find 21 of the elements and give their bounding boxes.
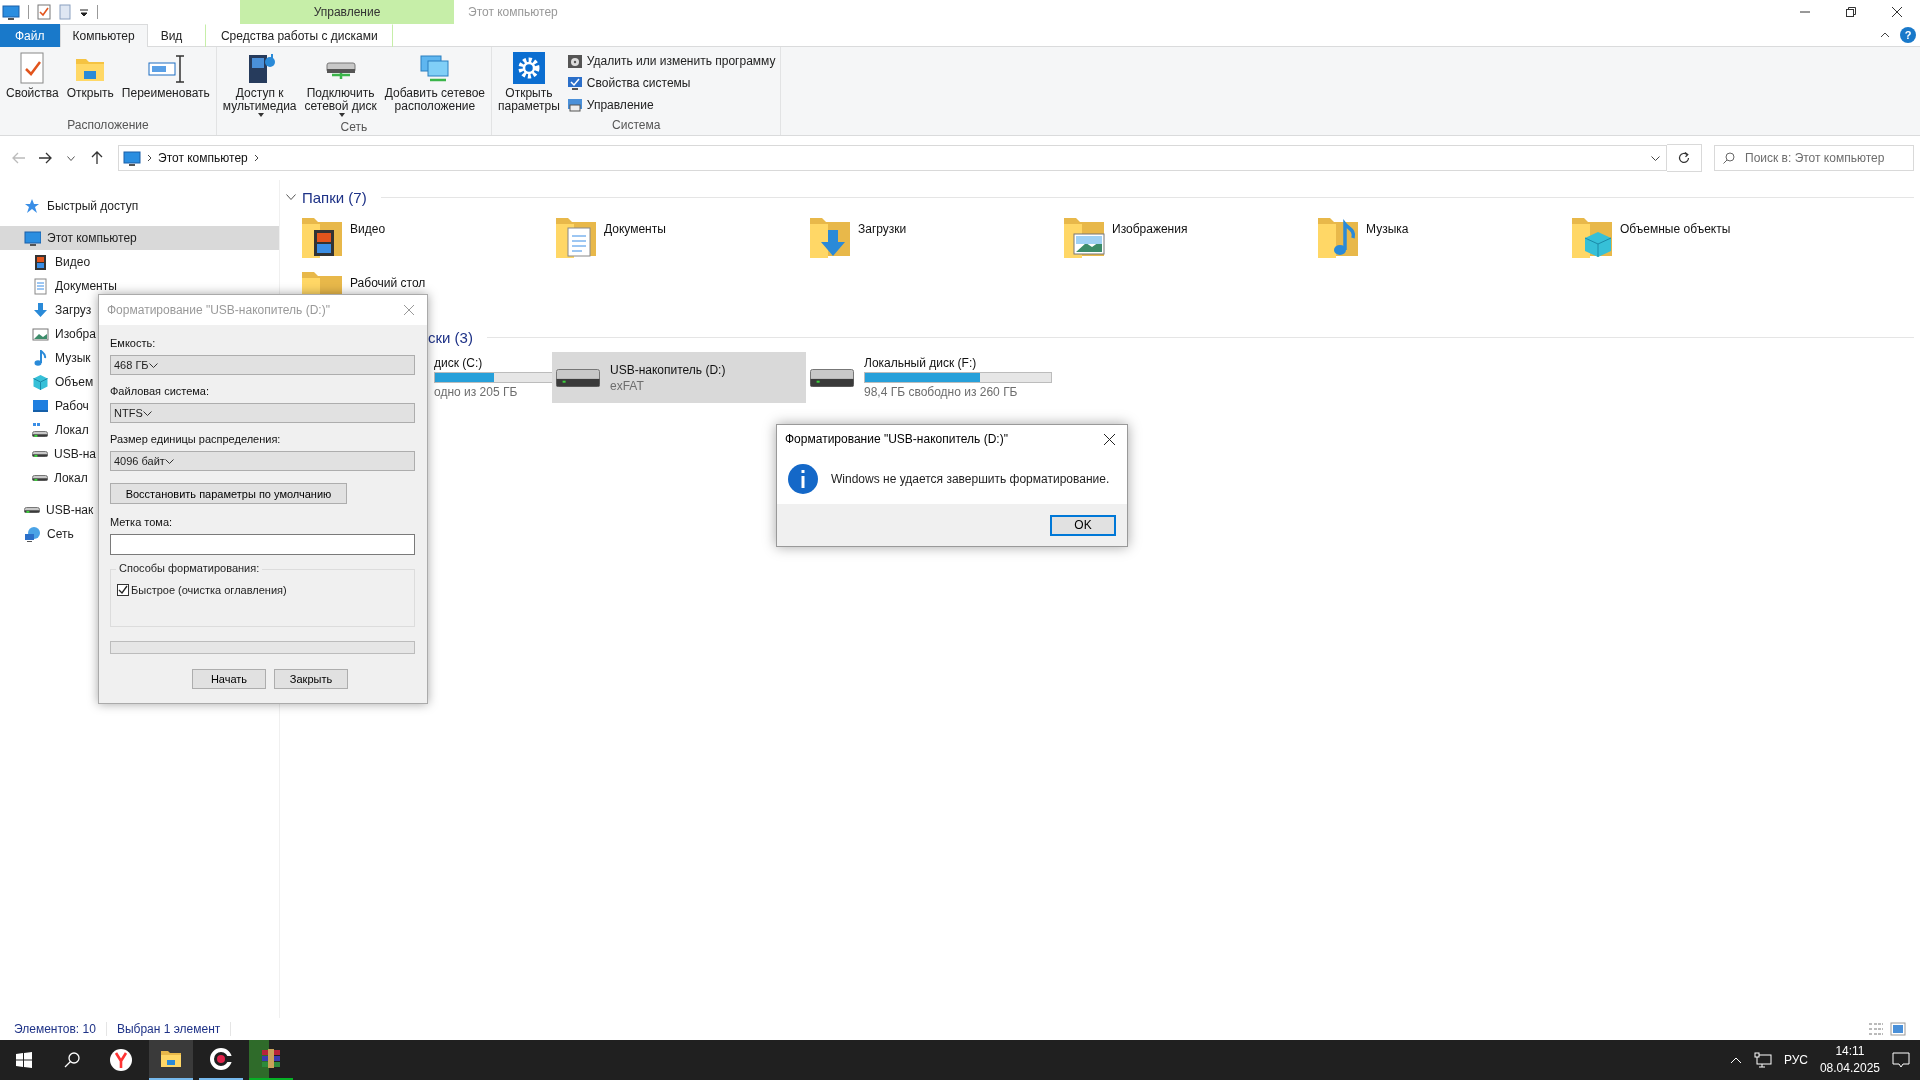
field-label: Файловая система: — [110, 385, 211, 399]
dialog-message: Windows не удается завершить форматирование. — [831, 471, 1110, 486]
drive-name: USB-накопитель (D:) — [610, 362, 726, 377]
dialog-title: Форматирование "USB-накопитель (D:)" — [785, 432, 1008, 446]
drive-name: Локальный диск (F:) — [864, 356, 978, 370]
field-label: Размер единицы распределения: — [110, 433, 282, 447]
drive-detail: одно из 205 ГБ — [434, 385, 519, 399]
field-label: Емкость: — [110, 337, 157, 351]
item-count: Элементов: 10 — [14, 1022, 96, 1036]
window-title: Этот компьютер — [467, 4, 559, 21]
drive-detail: 98,4 ГБ свободно из 260 ГБ — [864, 385, 1019, 399]
context-tab-header: Управление — [240, 0, 454, 24]
drive-detail: exFAT — [610, 378, 645, 393]
field-label: Метка тома: — [110, 516, 174, 530]
drive-name: диск (C:) — [434, 356, 484, 370]
ribbon-group-label: Расположение — [66, 117, 150, 134]
selection-status: Выбран 1 элемент — [116, 1022, 221, 1036]
ribbon-group-label: Система — [611, 117, 662, 134]
ribbon-group-label: Сеть — [339, 119, 369, 135]
group-label: Способы форматирования: — [116, 562, 263, 574]
dialog-title: Форматирование "USB-накопитель (D:)" — [107, 303, 330, 317]
